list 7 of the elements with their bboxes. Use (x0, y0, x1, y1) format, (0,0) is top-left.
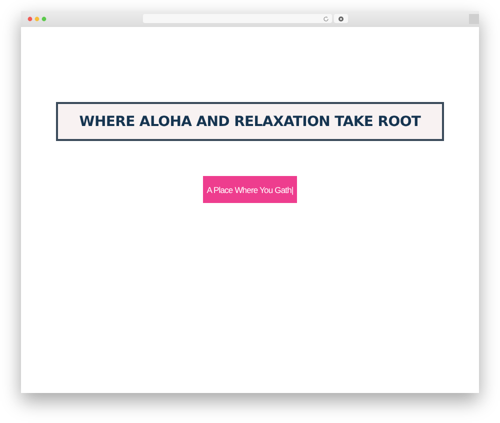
heading: WHERE ALOHA AND RELAXATION TAKE ROOT (79, 114, 421, 130)
address-field[interactable] (143, 14, 332, 23)
extension-button[interactable] (334, 14, 348, 23)
gear-icon (338, 16, 344, 22)
cta-button[interactable]: A Place Where You Gath| (202, 176, 298, 203)
reload-icon[interactable] (323, 16, 329, 22)
window-controls-icon[interactable] (27, 16, 49, 22)
